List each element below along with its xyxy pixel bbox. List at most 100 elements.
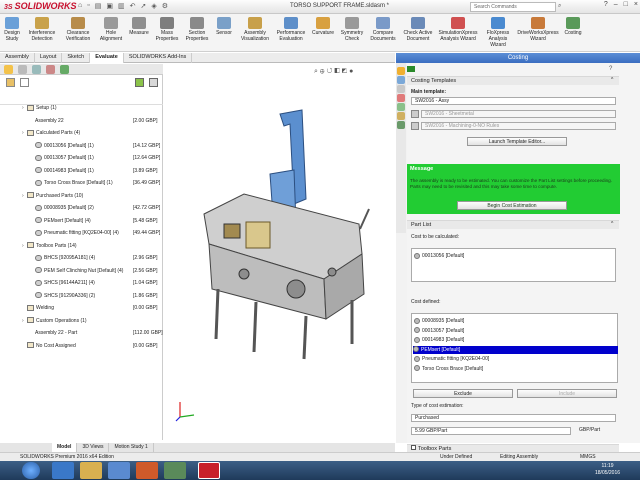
- tree-row[interactable]: 00013057 [Default] (1): [30, 154, 94, 163]
- part-list-header[interactable]: Part List: [407, 220, 619, 229]
- assembly-visualization-button[interactable]: Assembly Visualization: [236, 14, 274, 52]
- back-arrow-icon[interactable]: [407, 66, 415, 72]
- snipping-icon[interactable]: [164, 462, 186, 479]
- clearance-button[interactable]: Clearance Verification: [60, 14, 96, 52]
- tree-row[interactable]: Welding: [22, 304, 54, 313]
- list-item[interactable]: 00008935 [Default]: [414, 317, 464, 325]
- property-manager-icon[interactable]: [18, 65, 27, 74]
- tree-row[interactable]: PEM Self Clinching Nut [Default] (4): [30, 267, 123, 276]
- estimation-type-select[interactable]: Purchased: [411, 414, 616, 422]
- exclude-button[interactable]: Exclude: [413, 389, 513, 398]
- tab-solidworks-add-ins[interactable]: SOLIDWORKS Add-Ins: [124, 53, 193, 63]
- search-commands-input[interactable]: Search Commands: [470, 2, 556, 12]
- view-palette-icon[interactable]: [397, 94, 405, 102]
- start-button[interactable]: [22, 462, 40, 479]
- mass-properties-button[interactable]: Mass Properties: [152, 14, 182, 52]
- tree-row[interactable]: 00013056 [Default] (1): [30, 142, 94, 151]
- clock-icon[interactable]: [149, 78, 158, 87]
- save-icon[interactable]: ▣: [106, 2, 113, 10]
- solidworks-taskbar-icon[interactable]: [198, 462, 220, 479]
- tab-evaluate[interactable]: Evaluate: [90, 53, 124, 63]
- tree-row[interactable]: Assembly 22: [30, 117, 64, 126]
- tab-3d-views[interactable]: 3D Views: [77, 443, 110, 452]
- toolbox-checkbox[interactable]: [411, 445, 416, 450]
- sheetmetal-template-select[interactable]: SW2016 - Sheetmetal: [421, 110, 616, 118]
- chart-icon[interactable]: [135, 78, 144, 87]
- unit-system[interactable]: MMGS: [580, 453, 596, 461]
- cost-value-input[interactable]: 5.99 GBP/Part: [411, 427, 571, 435]
- toolbox-parts-header[interactable]: Toolbox Parts: [407, 444, 619, 452]
- hole-alignment-button[interactable]: Hole Alignment: [96, 14, 126, 52]
- symmetry-button[interactable]: Symmetry Check: [338, 14, 366, 52]
- configuration-icon[interactable]: [32, 65, 41, 74]
- help-icon[interactable]: ?: [604, 1, 608, 13]
- resources-icon[interactable]: [397, 67, 405, 75]
- costing-button[interactable]: Costing: [560, 14, 586, 52]
- list-item[interactable]: 00013057 [Default]: [414, 327, 464, 335]
- tree-row[interactable]: › Toolbox Parts (14): [22, 242, 77, 251]
- tree-row[interactable]: No Cost Assigned: [22, 342, 76, 351]
- tab-sketch[interactable]: Sketch: [62, 53, 91, 63]
- simulationxpress-button[interactable]: SimulationXpress Analysis Wizard: [436, 14, 480, 52]
- check-document-button[interactable]: Check Active Document: [400, 14, 436, 52]
- design-library-icon[interactable]: [397, 76, 405, 84]
- media-icon[interactable]: [108, 462, 130, 479]
- collapse-chevron-icon[interactable]: ^: [611, 221, 613, 227]
- pane-help-icon[interactable]: ?: [609, 66, 612, 72]
- tab-assembly[interactable]: Assembly: [0, 53, 35, 63]
- costing-pane-icon[interactable]: [397, 121, 405, 129]
- performance-button[interactable]: Performance Evaluation: [274, 14, 308, 52]
- tree-row[interactable]: Torso Cross Brace [Default] (1): [30, 179, 113, 188]
- tree-row[interactable]: › Setup (1): [22, 104, 57, 113]
- curvature-button[interactable]: Curvature: [308, 14, 338, 52]
- machining-template-select[interactable]: SW2016 - Machining-0-NO Rules: [421, 122, 616, 130]
- launch-template-editor-button[interactable]: Launch Template Editor...: [467, 137, 567, 146]
- list-item[interactable]: PEMsert [Default]: [413, 345, 618, 354]
- close-icon[interactable]: ×: [634, 1, 638, 13]
- collapse-icon[interactable]: [6, 78, 15, 87]
- sensor-button[interactable]: Sensor: [212, 14, 236, 52]
- costing-templates-header[interactable]: Costing Templates: [407, 76, 619, 85]
- list-item[interactable]: 00013056 [Default]: [414, 252, 464, 260]
- undo-icon[interactable]: ↶: [130, 2, 136, 10]
- appearances-icon[interactable]: [397, 103, 405, 111]
- select-icon[interactable]: ➚: [140, 2, 146, 10]
- maximize-icon[interactable]: □: [624, 1, 628, 13]
- tree-row[interactable]: PEMsert [Default] (4): [30, 217, 91, 226]
- explorer-icon[interactable]: [80, 462, 102, 479]
- brass-block-part[interactable]: [245, 221, 271, 249]
- minimize-icon[interactable]: –: [614, 1, 618, 13]
- custom-properties-icon[interactable]: [397, 112, 405, 120]
- interference-button[interactable]: Interference Detection: [24, 14, 60, 52]
- driveworks-button[interactable]: DriveWorksXpress Wizard: [516, 14, 560, 52]
- begin-cost-estimation-button[interactable]: Begin Cost Estimation: [457, 201, 567, 210]
- costing-tab-icon[interactable]: [60, 65, 69, 74]
- view-orientation-icon[interactable]: ◧: [334, 68, 341, 75]
- floxpress-button[interactable]: FloXpress Analysis Wizard: [480, 14, 516, 52]
- zoom-area-icon[interactable]: ⊕: [320, 68, 327, 75]
- tree-row[interactable]: SHCS [96144A211] (4): [30, 279, 95, 288]
- tab-motion-study-1[interactable]: Motion Study 1: [109, 443, 154, 452]
- collapse-chevron-icon[interactable]: ^: [611, 77, 613, 83]
- search-icon[interactable]: ⌕: [558, 3, 561, 10]
- print-icon[interactable]: ▥: [118, 2, 125, 10]
- include-button[interactable]: Include: [517, 389, 617, 398]
- list-item[interactable]: Torso Cross Brace [Default]: [414, 365, 483, 373]
- tree-row[interactable]: Pneumatic fitting [KQ2E04-00] (4): [30, 229, 119, 238]
- new-icon[interactable]: ▫: [87, 2, 89, 10]
- options-icon[interactable]: ⚙: [162, 2, 168, 10]
- feature-tree-icon[interactable]: [4, 65, 13, 74]
- section-properties-button[interactable]: Section Properties: [182, 14, 212, 52]
- tab-nav-arrows[interactable]: [0, 443, 52, 452]
- bolt-part[interactable]: [252, 301, 258, 353]
- tree-row[interactable]: 00014983 [Default] (1): [30, 167, 94, 176]
- file-explorer-icon[interactable]: [397, 85, 405, 93]
- compare-button[interactable]: Compare Documents: [366, 14, 400, 52]
- expand-icon[interactable]: [20, 78, 29, 87]
- list-item[interactable]: Pneumatic fitting [KQ2E04-00]: [414, 355, 489, 363]
- tab-model[interactable]: Model: [52, 443, 78, 452]
- solidworks-logo[interactable]: 3S SOLIDWORKS: [4, 1, 77, 13]
- graphics-area[interactable]: ⌕⊕↺◧◩●: [164, 64, 395, 440]
- rebuild-icon[interactable]: ◈: [151, 2, 156, 10]
- list-item[interactable]: 00014983 [Default]: [414, 336, 464, 344]
